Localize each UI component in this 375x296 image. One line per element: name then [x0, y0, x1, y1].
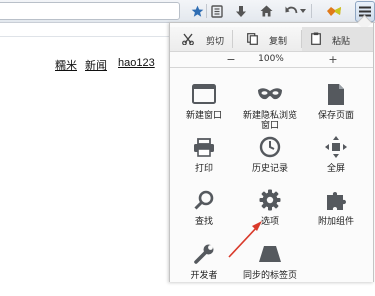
annotation-arrow: [228, 221, 262, 258]
